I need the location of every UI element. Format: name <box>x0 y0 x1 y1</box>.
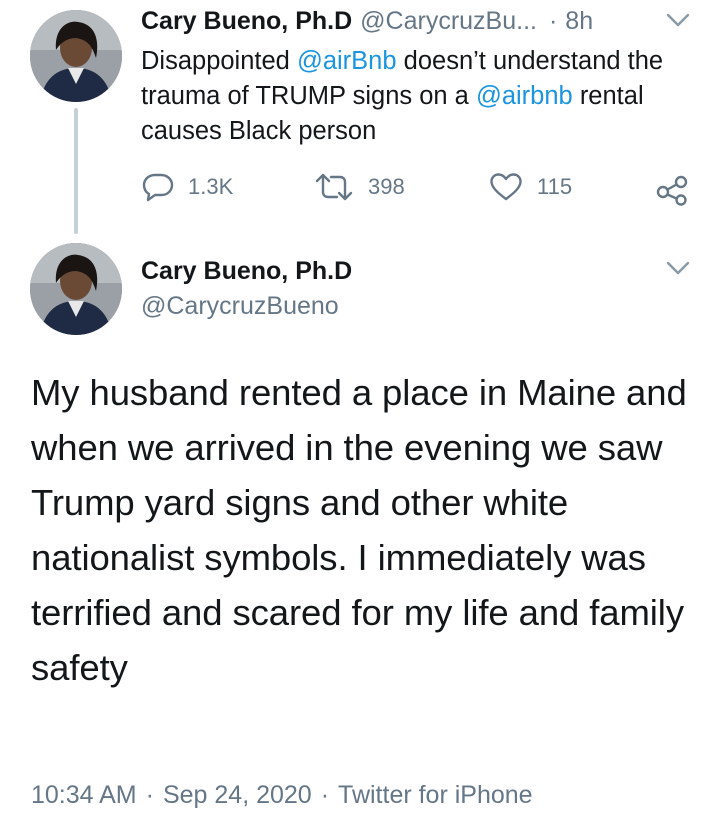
tweet-metadata: 10:34 AM · Sep 24, 2020 · Twitter for iP… <box>31 781 533 810</box>
tweet-text: My husband rented a place in Maine and w… <box>31 372 687 688</box>
share-icon[interactable] <box>656 174 688 211</box>
separator-dot: · <box>320 781 330 809</box>
tweet-time[interactable]: 10:34 AM <box>31 781 137 810</box>
avatar[interactable] <box>30 243 122 335</box>
reply-tweet-header: Cary Bueno, Ph.D @CarycruzBu... · 8h <box>141 7 593 36</box>
heart-icon <box>489 172 523 202</box>
reply-count: 1.3K <box>188 174 234 199</box>
reply-tweet-text: Disappointed @airBnb doesn’t understand … <box>141 47 664 145</box>
retweet-icon <box>314 172 354 202</box>
tweet-date[interactable]: Sep 24, 2020 <box>163 781 312 810</box>
retweet-button[interactable]: 398 <box>314 172 405 202</box>
tweet-source[interactable]: Twitter for iPhone <box>338 781 533 810</box>
author-handle[interactable]: @CarycruzBu... <box>360 7 537 36</box>
mention-link[interactable]: @airBnb <box>297 47 397 75</box>
author-name[interactable]: Cary Bueno, Ph.D <box>141 257 352 286</box>
tweet-time[interactable]: 8h <box>565 7 593 36</box>
author-name[interactable]: Cary Bueno, Ph.D <box>141 7 352 36</box>
author-handle[interactable]: @CarycruzBueno <box>141 292 339 321</box>
like-count: 115 <box>537 174 573 199</box>
mention-link[interactable]: @airbnb <box>476 82 573 110</box>
separator-dot: · <box>548 7 558 35</box>
chevron-down-icon[interactable] <box>666 260 690 281</box>
chevron-down-icon[interactable] <box>666 12 690 33</box>
avatar[interactable] <box>30 10 122 102</box>
reply-button[interactable]: 1.3K <box>142 172 233 202</box>
reply-icon <box>142 172 174 202</box>
like-button[interactable]: 115 <box>489 172 572 202</box>
thread-line <box>74 108 78 234</box>
retweet-count: 398 <box>368 174 405 199</box>
separator-dot: · <box>145 781 154 809</box>
